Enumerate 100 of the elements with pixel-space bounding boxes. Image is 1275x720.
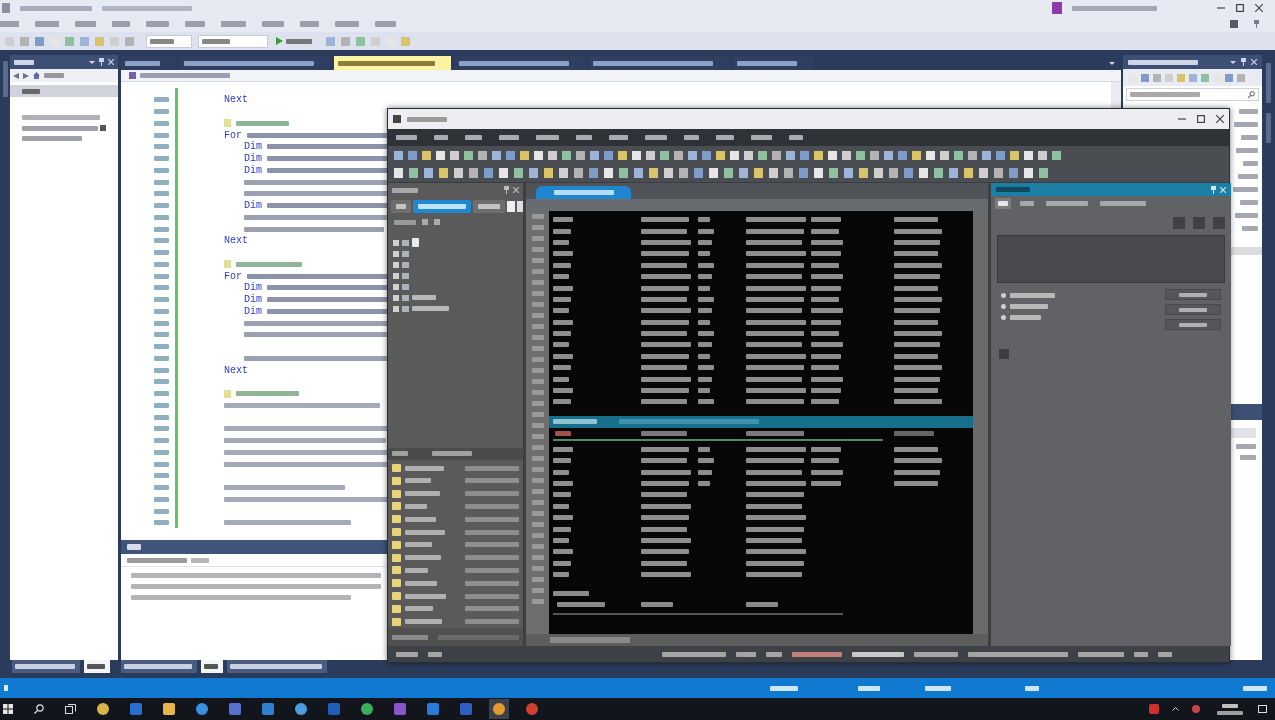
radio-icon[interactable] <box>1001 304 1006 309</box>
small-button[interactable] <box>1165 319 1221 330</box>
illegible-text <box>641 262 687 268</box>
horizontal-scrollbar[interactable] <box>438 634 519 640</box>
editor-tab[interactable] <box>455 56 585 70</box>
panel-tab[interactable] <box>121 660 197 673</box>
vertical-scrollbar[interactable] <box>1111 82 1121 108</box>
side-tab[interactable] <box>473 199 505 213</box>
illegible-text <box>465 503 519 509</box>
illegible-text <box>811 399 839 405</box>
maximize-icon[interactable] <box>1236 4 1244 12</box>
illegible-text <box>557 602 605 608</box>
panel-tab[interactable] <box>84 660 110 673</box>
illegible-text <box>553 481 573 486</box>
four-squares-icon[interactable] <box>3 704 13 714</box>
square-app-icon[interactable] <box>427 703 439 715</box>
illegible-text <box>22 88 40 94</box>
caret-icon[interactable] <box>1230 60 1236 64</box>
illegible-text <box>746 319 806 325</box>
line-number <box>154 97 169 103</box>
round-app-icon[interactable] <box>489 699 509 719</box>
square-app-icon[interactable] <box>328 703 340 715</box>
illegible-text <box>405 529 445 535</box>
small-button[interactable] <box>1165 304 1221 315</box>
square-app-icon[interactable] <box>394 703 406 715</box>
square-app-icon[interactable] <box>229 703 241 715</box>
radio-icon[interactable] <box>1001 315 1006 320</box>
notification-icon[interactable] <box>1258 704 1267 714</box>
pin-icon[interactable] <box>1211 185 1216 194</box>
round-app-icon[interactable] <box>295 703 307 715</box>
tray-app-icon[interactable] <box>1192 705 1200 713</box>
round-app-icon[interactable] <box>196 703 208 715</box>
vertical-tab[interactable] <box>2 61 8 97</box>
property-tab[interactable] <box>995 198 1011 209</box>
selected-tree-row[interactable] <box>10 85 118 97</box>
close-icon[interactable] <box>1255 4 1263 12</box>
close-icon[interactable] <box>513 187 519 193</box>
illegible-text <box>746 458 804 464</box>
caret-icon[interactable] <box>89 60 95 64</box>
tray-app-icon[interactable] <box>1149 704 1159 714</box>
illegible-text <box>698 319 710 325</box>
radio-icon[interactable] <box>1001 293 1006 298</box>
square-app-icon[interactable] <box>460 703 472 715</box>
document-tab[interactable] <box>536 186 631 199</box>
pin-icon[interactable] <box>99 58 104 66</box>
round-app-icon[interactable] <box>97 703 109 715</box>
illegible-text <box>641 308 691 314</box>
illegible-text <box>698 217 710 223</box>
dropdown-field[interactable] <box>198 34 268 48</box>
maximize-icon[interactable] <box>1197 115 1205 123</box>
line-number <box>531 346 544 351</box>
illegible-text <box>746 274 802 280</box>
square-app-icon[interactable] <box>163 703 175 715</box>
illegible-text <box>428 651 442 657</box>
vertical-scrollbar[interactable] <box>973 211 988 634</box>
panel-tab[interactable] <box>201 660 223 673</box>
small-button[interactable] <box>1165 289 1221 300</box>
illegible-text <box>894 458 942 464</box>
side-tab[interactable] <box>391 199 411 213</box>
square-button-icon[interactable] <box>507 200 515 212</box>
home-icon[interactable] <box>33 72 40 79</box>
property-tab[interactable] <box>1097 198 1149 209</box>
panel-tab[interactable] <box>12 660 80 673</box>
pin-icon[interactable] <box>1254 20 1259 28</box>
editor-tab[interactable] <box>334 56 451 70</box>
editor-tab[interactable] <box>733 56 813 70</box>
pin-icon[interactable] <box>1241 58 1246 66</box>
app-logo-icon <box>2 3 10 13</box>
forward-arrow-icon[interactable] <box>23 72 29 79</box>
property-tab[interactable] <box>1017 198 1037 209</box>
chevron-up-icon[interactable] <box>1172 707 1179 711</box>
search-icon[interactable] <box>34 704 44 714</box>
search-field[interactable] <box>1126 88 1259 101</box>
panel-tab[interactable] <box>227 660 327 673</box>
square-app-icon[interactable] <box>130 703 142 715</box>
illegible-text <box>127 544 141 550</box>
round-app-icon[interactable] <box>526 703 538 715</box>
dropdown-field[interactable] <box>146 34 192 48</box>
line-number <box>154 496 169 502</box>
editor-tab[interactable] <box>589 56 729 70</box>
caret-icon[interactable] <box>1109 62 1115 65</box>
square-button-icon[interactable] <box>517 200 523 212</box>
side-tab[interactable] <box>413 199 471 213</box>
line-number <box>154 367 169 373</box>
stacked-windows-icon[interactable] <box>65 704 76 714</box>
line-number <box>531 533 544 538</box>
horizontal-scrollbar[interactable] <box>550 637 630 643</box>
back-arrow-icon[interactable] <box>13 72 19 79</box>
illegible-text <box>553 526 571 532</box>
close-icon[interactable] <box>1216 115 1224 123</box>
line-number <box>531 269 544 274</box>
pin-icon[interactable] <box>504 186 509 194</box>
property-tab[interactable] <box>1043 198 1091 209</box>
editor-tab[interactable] <box>121 56 176 70</box>
square-app-icon[interactable] <box>262 703 274 715</box>
code-keyword: Next <box>224 94 248 106</box>
editor-tab[interactable] <box>180 56 330 70</box>
round-app-icon[interactable] <box>361 703 373 715</box>
illegible-text <box>641 515 689 521</box>
search-icon[interactable] <box>1248 91 1255 98</box>
